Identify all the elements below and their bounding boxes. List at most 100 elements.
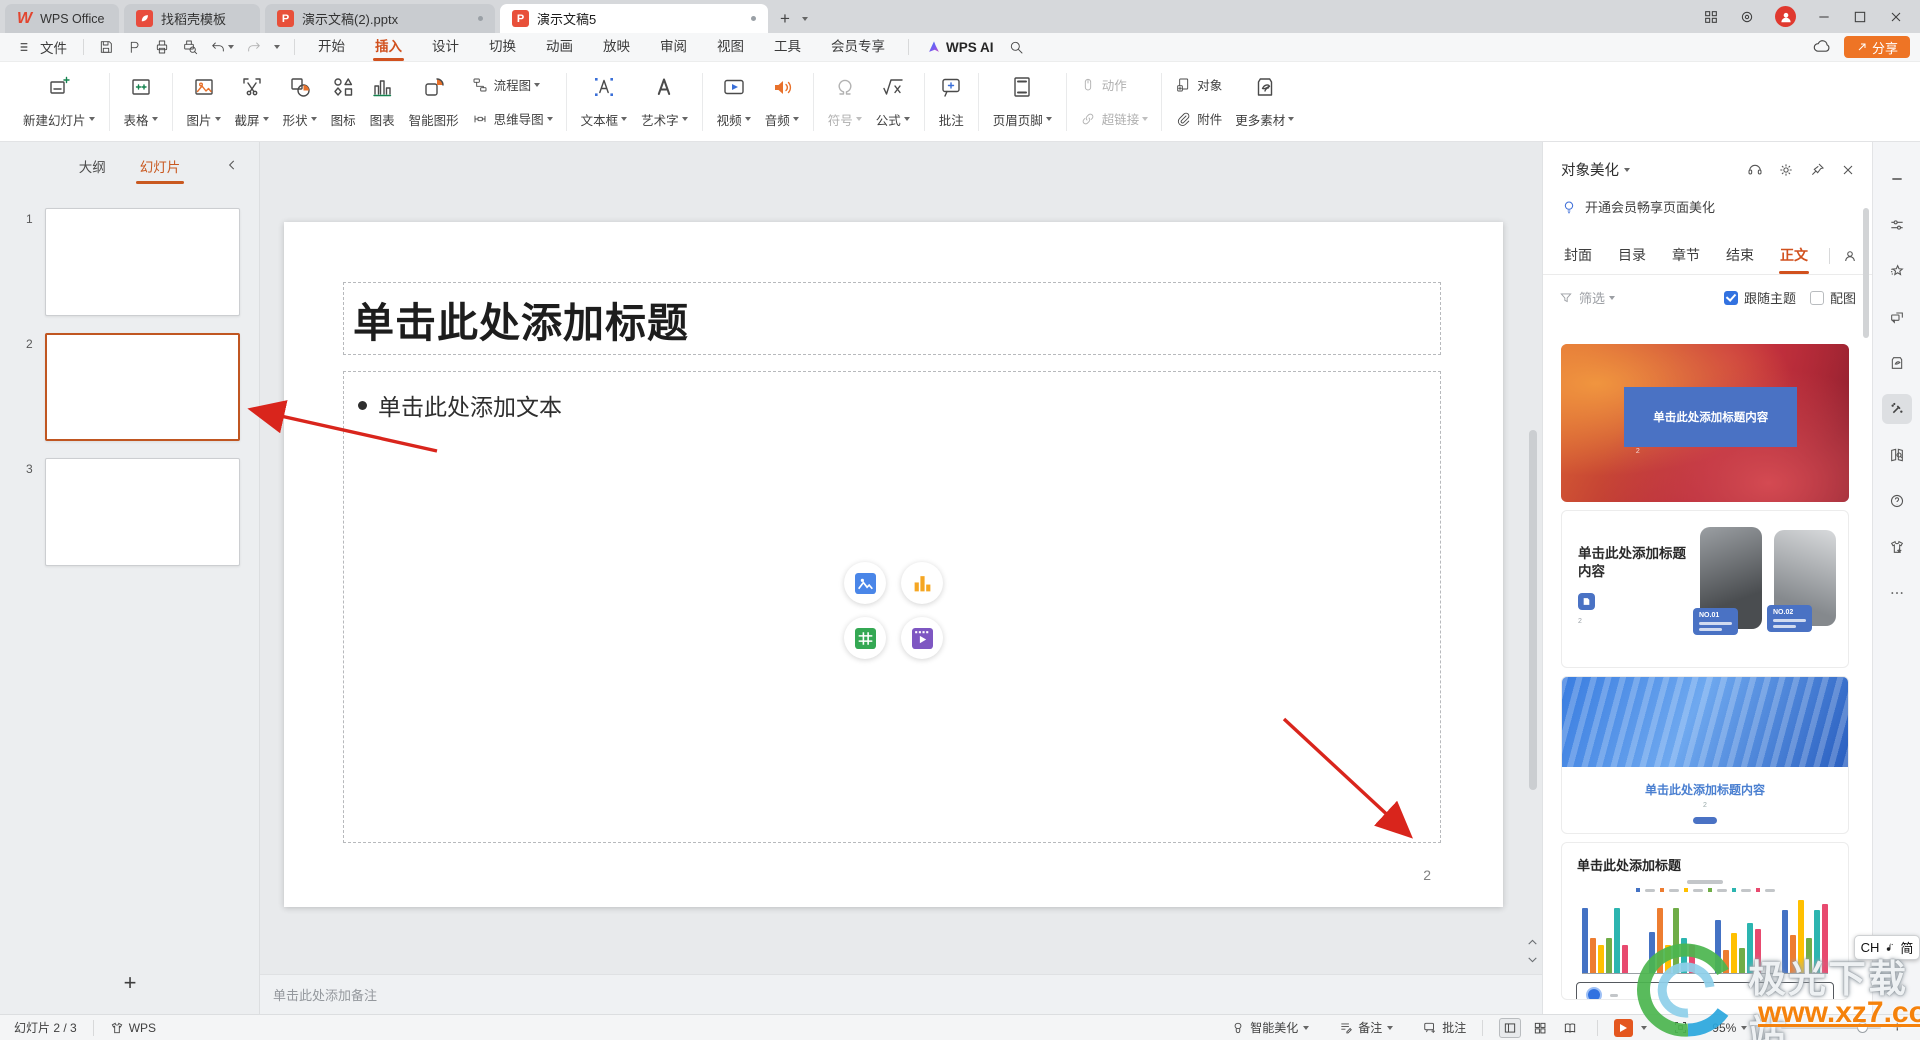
tab-presentation2[interactable]: P 演示文稿(2).pptx (265, 4, 495, 33)
tab-animation[interactable]: 动画 (531, 33, 588, 62)
tab-design[interactable]: 设计 (417, 33, 474, 62)
wps-ai-button[interactable]: WPS AI (927, 40, 994, 55)
new-slide-button[interactable]: 新建幻灯片 (16, 70, 102, 134)
table-button[interactable]: 表格 (117, 70, 165, 134)
maximize-icon[interactable] (1852, 9, 1868, 25)
more-dots-icon[interactable] (1882, 578, 1912, 608)
close-panel-icon[interactable] (1840, 162, 1856, 178)
tab-ending[interactable]: 结束 (1713, 238, 1767, 274)
add-slide-button[interactable]: + (112, 970, 148, 1000)
slide-editing-area[interactable]: 单击此处添加标题 单击此处添加文本 2 (284, 222, 1503, 907)
formula-button[interactable]: 公式 (869, 70, 917, 134)
template-card-two-photos[interactable]: 单击此处添加标题内容 2 NO.01 NO.02 (1561, 510, 1849, 668)
tab-outline[interactable]: 大纲 (77, 152, 108, 180)
tab-docer-templates[interactable]: 找稻壳模板 (124, 4, 260, 33)
fit-slide-icon[interactable] (1673, 1020, 1688, 1035)
apps-grid-icon[interactable] (1703, 9, 1719, 25)
adjust-sliders-icon[interactable] (1882, 210, 1912, 240)
tab-insert[interactable]: 插入 (360, 33, 417, 62)
filter-label[interactable]: 筛选 (1579, 288, 1605, 307)
tab-review[interactable]: 审阅 (645, 33, 702, 62)
cloud-sync-icon[interactable] (1812, 37, 1832, 57)
comments-button[interactable]: 批注 (1423, 1019, 1466, 1036)
panel-title-chevron-icon[interactable] (1624, 167, 1630, 172)
previous-slide-icon[interactable] (1526, 936, 1539, 949)
headset-icon[interactable] (1747, 162, 1763, 178)
canvas-scrollbar[interactable] (1529, 430, 1537, 790)
play-options-chevron-icon[interactable] (1641, 1025, 1648, 1030)
print-button[interactable] (148, 39, 176, 55)
collapse-line-icon[interactable] (1882, 164, 1912, 194)
tab-toc[interactable]: 目录 (1605, 238, 1659, 274)
slide-thumbnail-2-selected[interactable] (45, 333, 240, 441)
theme-ring-icon[interactable] (1739, 9, 1755, 25)
attachment-button[interactable]: 附件 (1169, 105, 1228, 133)
collapse-panel-icon[interactable] (225, 158, 239, 172)
with-image-checkbox[interactable]: 配图 (1809, 288, 1856, 307)
close-icon[interactable] (1888, 9, 1904, 25)
tab-home[interactable]: 开始 (303, 33, 360, 62)
new-tab-button[interactable]: + (780, 9, 790, 29)
tab-transition[interactable]: 切换 (474, 33, 531, 62)
template-card-keyboard[interactable]: 单击此处添加标题内容 2 (1561, 676, 1849, 834)
tab-presentation5-active[interactable]: P 演示文稿5 (500, 4, 768, 33)
image-button[interactable]: 图片 (180, 70, 228, 134)
zoom-slider-handle[interactable] (1856, 1021, 1868, 1033)
save-button[interactable] (92, 39, 120, 55)
next-slide-icon[interactable] (1526, 953, 1539, 966)
tab-body[interactable]: 正文 (1767, 238, 1821, 274)
normal-view-button[interactable] (1499, 1017, 1522, 1038)
chart-button[interactable]: 图表 (363, 70, 402, 134)
export-button[interactable] (120, 39, 148, 55)
title-placeholder[interactable]: 单击此处添加标题 (343, 282, 1441, 355)
header-footer-button[interactable]: 页眉页脚 (986, 70, 1059, 134)
template-card-bar-chart[interactable]: 单击此处添加标题 (1561, 842, 1849, 1000)
more-assets-button[interactable]: 更多素材 (1228, 70, 1301, 134)
textbox-button[interactable]: 文本框 (574, 70, 635, 134)
play-slideshow-button[interactable] (1614, 1018, 1634, 1037)
screenshot-button[interactable]: 截屏 (228, 70, 276, 134)
print-preview-button[interactable] (176, 39, 204, 55)
mindmap-button[interactable]: 思维导图 (466, 105, 559, 133)
insert-image-button[interactable] (844, 562, 886, 604)
settings-gear-icon[interactable] (1778, 162, 1794, 178)
tab-tools[interactable]: 工具 (759, 33, 816, 62)
docer-material-icon[interactable] (1882, 348, 1912, 378)
slide-thumbnail-1[interactable] (45, 208, 240, 316)
audio-button[interactable]: 音频 (758, 70, 806, 134)
follow-theme-checkbox[interactable]: 跟随主题 (1723, 288, 1796, 307)
search-icon[interactable] (1002, 39, 1030, 55)
body-placeholder[interactable]: 单击此处添加文本 (343, 371, 1441, 843)
navigate-book-icon[interactable] (1882, 440, 1912, 470)
pin-icon[interactable] (1809, 162, 1825, 178)
icons-button[interactable]: 图标 (324, 70, 363, 134)
slide-sorter-view-button[interactable] (1529, 1018, 1551, 1038)
minimize-icon[interactable] (1816, 9, 1832, 25)
avatar[interactable] (1775, 6, 1796, 27)
zoom-slider[interactable] (1780, 1021, 1881, 1033)
video-button[interactable]: 视频 (710, 70, 758, 134)
comment-button[interactable]: 批注 (932, 70, 971, 134)
tab-view[interactable]: 视图 (702, 33, 759, 62)
template-card-canyon[interactable]: 单击此处添加标题内容 2 (1561, 344, 1849, 502)
skin-shirt-icon[interactable] (1882, 532, 1912, 562)
tab-slides[interactable]: 幻灯片 (135, 152, 184, 184)
insert-chart-button[interactable] (901, 562, 943, 604)
ime-indicator[interactable]: CH 简 (1854, 935, 1920, 960)
zoom-out-button[interactable]: − (1759, 1019, 1768, 1037)
panel-scrollbar[interactable] (1863, 208, 1869, 338)
object-beautify-icon[interactable] (1881, 394, 1912, 424)
filter-chevron-icon[interactable] (1609, 295, 1616, 300)
tab-chapter[interactable]: 章节 (1659, 238, 1713, 274)
tab-cover[interactable]: 封面 (1551, 238, 1605, 274)
switch-shapes-icon[interactable] (1882, 302, 1912, 332)
help-icon[interactable] (1882, 486, 1912, 516)
reading-view-button[interactable] (1559, 1018, 1581, 1038)
file-menu[interactable]: 文件 (10, 37, 75, 57)
share-button[interactable]: 分享 (1843, 36, 1910, 58)
slide-thumbnail-3[interactable] (45, 458, 240, 566)
zoom-level[interactable]: 95% (1712, 1021, 1748, 1035)
insert-table-button[interactable] (844, 617, 886, 659)
undo-button[interactable] (204, 39, 240, 55)
tab-wps-office[interactable]: W WPS Office (5, 4, 119, 33)
